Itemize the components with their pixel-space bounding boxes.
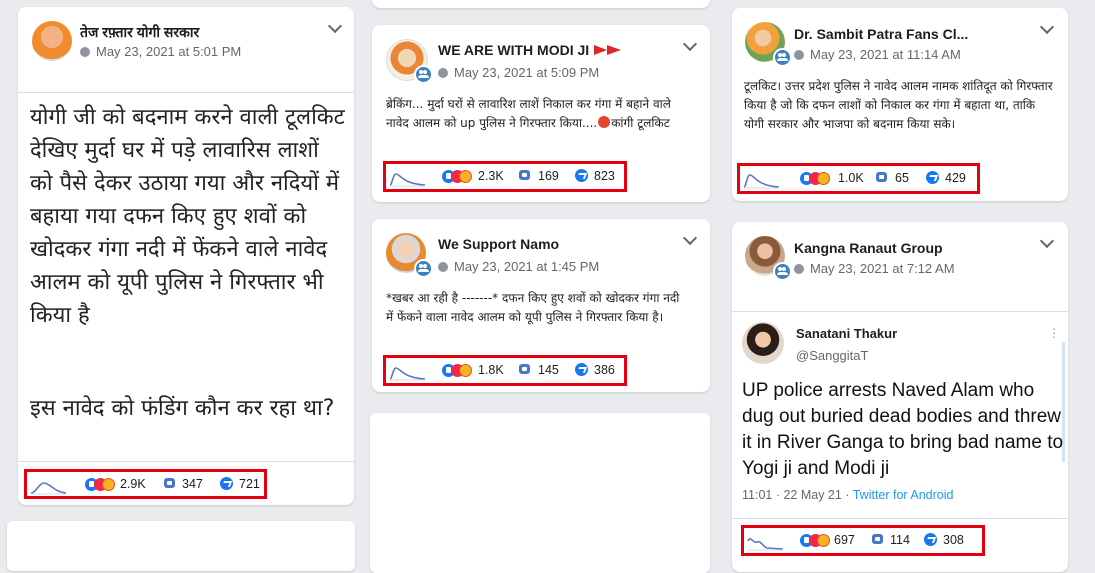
comment-count: 114 bbox=[890, 533, 910, 547]
page-name[interactable]: तेज रफ़्तार योगी सरकार bbox=[80, 23, 310, 42]
angry-icon bbox=[817, 534, 830, 547]
share-icon bbox=[575, 169, 588, 182]
comment-icon bbox=[519, 170, 530, 180]
post-image-text-question: इस नावेद को फंडिंग कौन कर रहा था? bbox=[30, 396, 335, 421]
tweet-source-link[interactable]: Twitter for Android bbox=[853, 488, 954, 502]
post-card-sambit-patra-fans: Dr. Sambit Patra Fans Cl... May 23, 2021… bbox=[732, 8, 1068, 201]
comment-icon bbox=[519, 364, 530, 374]
engagement-stats-highlight: 2.3K 169 823 bbox=[383, 161, 627, 192]
tweet-author-avatar[interactable] bbox=[742, 322, 784, 364]
share-count: 429 bbox=[945, 171, 966, 185]
tweet-author-name[interactable]: Sanatani Thakur bbox=[796, 326, 897, 341]
angry-icon bbox=[817, 172, 830, 185]
engagement-stats-highlight: 1.0K 65 429 bbox=[737, 163, 980, 194]
comment-icon bbox=[872, 534, 883, 544]
card-fragment-bottom-middle bbox=[370, 413, 710, 573]
post-card-we-support-namo: We Support Namo May 23, 2021 at 1:45 PM … bbox=[372, 219, 710, 392]
stats-divider bbox=[732, 518, 1068, 519]
globe-icon bbox=[794, 264, 804, 274]
post-date[interactable]: May 23, 2021 at 11:14 AM bbox=[794, 47, 961, 62]
share-count: 721 bbox=[239, 477, 260, 491]
comment-icon bbox=[876, 172, 887, 182]
comment-count: 347 bbox=[182, 477, 203, 491]
sparkline-icon bbox=[389, 367, 426, 381]
share-icon bbox=[926, 171, 939, 184]
page-name[interactable]: Dr. Sambit Patra Fans Cl... bbox=[794, 26, 994, 42]
globe-icon bbox=[80, 47, 90, 57]
engagement-stats-highlight: 2.9K 347 721 bbox=[24, 469, 267, 499]
tweet-author-handle[interactable]: @SanggitaT bbox=[796, 348, 868, 363]
comment-count: 145 bbox=[538, 363, 559, 377]
reaction-icons[interactable] bbox=[85, 478, 119, 492]
post-date[interactable]: May 23, 2021 at 5:01 PM bbox=[80, 44, 241, 59]
page-name[interactable]: WE ARE WITH MODI JI bbox=[438, 42, 668, 58]
reaction-icons[interactable] bbox=[800, 534, 834, 548]
group-badge-icon bbox=[414, 65, 433, 84]
chevron-down-icon[interactable] bbox=[682, 36, 698, 52]
post-image-text: योगी जी को बदनाम करने वाली टूलकिट देखिए … bbox=[30, 105, 345, 328]
page-avatar[interactable] bbox=[32, 21, 72, 61]
comment-count: 65 bbox=[895, 171, 909, 185]
sparkline-icon bbox=[30, 482, 67, 495]
reaction-count: 1.8K bbox=[478, 363, 504, 377]
post-text: ब्रेकिंग... मुर्दा घरों से लावारिश लाशें… bbox=[386, 97, 671, 130]
angry-face-emoji-icon bbox=[598, 116, 611, 128]
reaction-count: 2.3K bbox=[478, 169, 504, 183]
reaction-count: 2.9K bbox=[120, 477, 146, 491]
chevron-down-icon[interactable] bbox=[1039, 19, 1055, 35]
reaction-icons[interactable] bbox=[800, 172, 834, 186]
post-card-yogi-sarkar: तेज रफ़्तार योगी सरकार May 23, 2021 at 5… bbox=[18, 7, 354, 505]
more-options-icon[interactable]: ⋮ bbox=[1048, 326, 1060, 340]
share-icon bbox=[924, 533, 937, 546]
content-divider bbox=[18, 92, 354, 93]
reaction-icons[interactable] bbox=[442, 364, 476, 378]
group-badge-icon bbox=[773, 48, 792, 67]
engagement-stats-highlight: 1.8K 145 386 bbox=[383, 355, 627, 386]
share-icon bbox=[220, 477, 233, 490]
share-count: 823 bbox=[594, 169, 615, 183]
page-name[interactable]: Kangna Ranaut Group bbox=[794, 240, 1024, 256]
tweet-text: UP police arrests Naved Alam who dug out… bbox=[742, 380, 1064, 479]
post-date[interactable]: May 23, 2021 at 1:45 PM bbox=[438, 259, 599, 274]
angry-icon bbox=[102, 478, 115, 491]
post-text: *खबर आ रही है -------* दफन किए हुए शवों … bbox=[386, 291, 680, 324]
card-fragment-top-middle bbox=[372, 0, 710, 8]
reaction-count: 1.0K bbox=[838, 171, 864, 185]
card-fragment-bottom-left bbox=[7, 521, 355, 571]
chevron-down-icon[interactable] bbox=[682, 230, 698, 246]
comment-count: 169 bbox=[538, 169, 559, 183]
share-count: 308 bbox=[943, 533, 964, 547]
stats-divider bbox=[18, 461, 354, 462]
angry-icon bbox=[459, 170, 472, 183]
engagement-stats-highlight: 697 114 308 bbox=[741, 525, 985, 556]
sparkline-icon bbox=[747, 538, 784, 551]
reaction-count: 697 bbox=[834, 533, 855, 547]
page-name[interactable]: We Support Namo bbox=[438, 236, 668, 252]
globe-icon bbox=[438, 262, 448, 272]
post-date[interactable]: May 23, 2021 at 7:12 AM bbox=[794, 261, 955, 276]
tweet-timestamp: 11:01 · 22 May 21 · Twitter for Android bbox=[742, 488, 954, 502]
sparkline-icon bbox=[743, 174, 780, 189]
reaction-icons[interactable] bbox=[442, 170, 476, 184]
group-badge-icon bbox=[773, 262, 792, 281]
chevron-down-icon[interactable] bbox=[327, 18, 343, 34]
post-date[interactable]: May 23, 2021 at 5:09 PM bbox=[438, 65, 599, 80]
post-text: टूलकिट। उत्तर प्रदेश पुलिस ने नावेद आलम … bbox=[744, 79, 1053, 131]
embedded-tweet: Sanatani Thakur @SanggitaT ⋮ UP police a… bbox=[732, 312, 1068, 512]
globe-icon bbox=[438, 68, 448, 78]
post-card-we-are-with-modi-ji: WE ARE WITH MODI JI May 23, 2021 at 5:09… bbox=[372, 25, 710, 202]
comment-icon bbox=[164, 478, 175, 488]
chevron-down-icon[interactable] bbox=[1039, 233, 1055, 249]
flag-icon bbox=[594, 45, 622, 55]
angry-icon bbox=[459, 364, 472, 377]
globe-icon bbox=[794, 50, 804, 60]
share-icon bbox=[575, 363, 588, 376]
share-count: 386 bbox=[594, 363, 615, 377]
sparkline-icon bbox=[389, 173, 426, 187]
group-badge-icon bbox=[414, 259, 433, 278]
post-card-kangna-ranaut-group: Kangna Ranaut Group May 23, 2021 at 7:12… bbox=[732, 222, 1068, 572]
